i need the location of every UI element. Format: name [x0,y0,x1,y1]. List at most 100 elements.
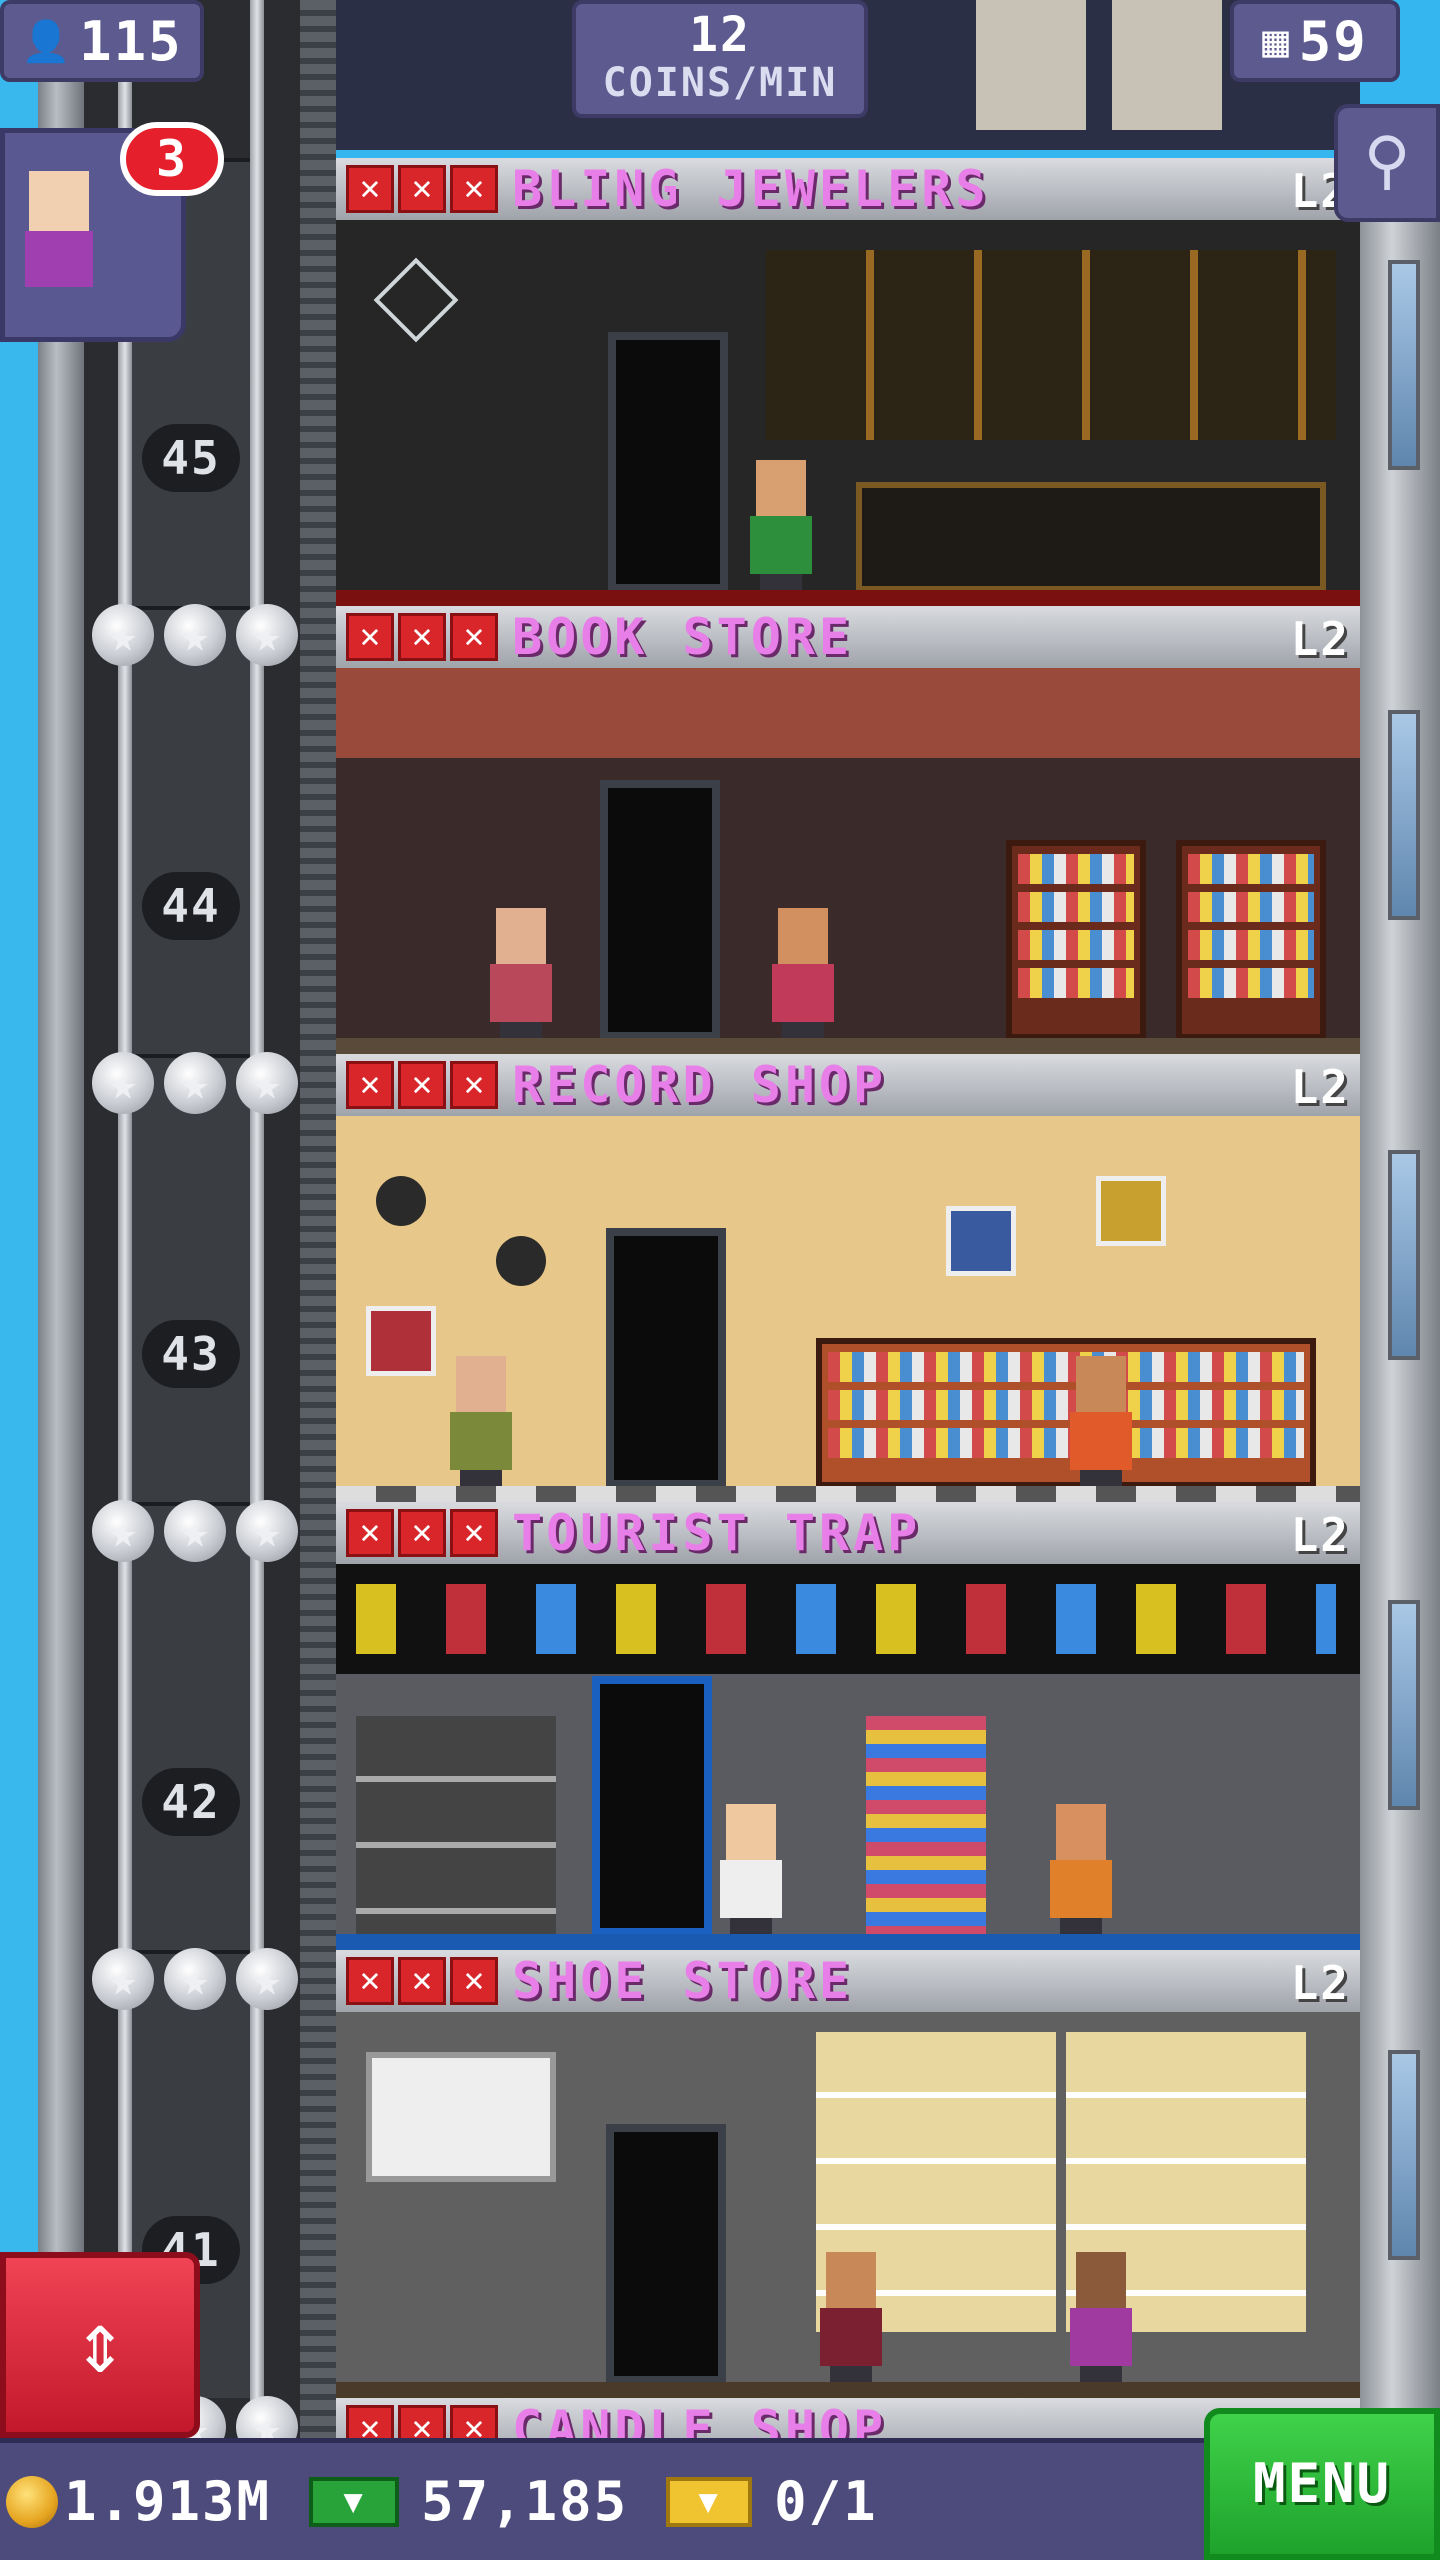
x-icon: ✕ [450,2405,498,2438]
coins-value: 1.913M [64,2470,272,2533]
population-counter[interactable]: 👤 115 [0,0,204,82]
elevator-floor-number[interactable]: 44 [142,872,240,940]
star-icon: ★ [92,1052,154,1114]
bookshelf [1112,0,1222,130]
floor-tourist-trap[interactable]: ✕ ✕ ✕ TOURIST TRAP L2 [336,1502,1360,1950]
bux-display[interactable]: ▼ 57,185 [309,2470,628,2533]
vinyl-record-icon [376,1176,426,1226]
bux-value: 57,185 [421,2470,629,2533]
bookshelf [1176,840,1326,1040]
x-icon: ✕ [346,2405,394,2438]
star-icon: ★ [92,1500,154,1562]
window [1388,260,1420,470]
visitor-avatar [29,171,89,231]
magnifier-icon: ⚲ [1363,124,1411,198]
person[interactable] [1066,2252,1136,2382]
x-icon: ✕ [450,1509,498,1557]
person[interactable] [816,2252,886,2382]
menu-button[interactable]: MENU [1204,2408,1440,2560]
person[interactable] [1066,1356,1136,1486]
floor-book-store[interactable]: ✕ ✕ ✕ BOOK STORE L2 [336,606,1360,1054]
x-icon: ✕ [346,613,394,661]
coins-display[interactable]: 1.913M [6,2470,271,2533]
album-frame [1096,1176,1166,1246]
x-icon: ✕ [450,613,498,661]
diamond-icon [373,257,459,343]
sky [0,0,40,2560]
floor-stars: ★★★ [92,604,298,670]
stock-slots: ✕ ✕ ✕ [346,165,498,213]
person[interactable] [446,1356,516,1486]
floor-strip [336,2382,1360,2398]
coin-icon [6,2475,58,2528]
floor-shoe-store[interactable]: ✕ ✕ ✕ SHOE STORE L2 [336,1950,1360,2398]
floor-header: ✕ ✕ ✕ TOURIST TRAP L2 [336,1502,1360,1564]
floor-header: ✕ ✕ ✕ BOOK STORE L2 [336,606,1360,668]
scarf-rack [866,1716,986,1936]
star-icon: ★ [164,604,226,666]
floor-level: L2 [1290,1956,1350,2010]
floor-bling-jewelers[interactable]: ✕ ✕ ✕ BLING JEWELERS L2 [336,158,1360,606]
person[interactable] [768,908,838,1038]
floor-name: RECORD SHOP [512,1056,888,1114]
person[interactable] [486,908,556,1038]
bookshelf [1006,840,1146,1040]
elevator-rail-left [118,0,132,2460]
door [606,1228,726,1488]
floor-record-shop[interactable]: ✕ ✕ ✕ RECORD SHOP L2 [336,1054,1360,1502]
door [600,780,720,1040]
coins-per-min-value: 12 [689,7,751,63]
floor-stars: ★★★ [92,1948,298,2014]
floor-header: ✕ ✕ ✕ BLING JEWELERS L2 [336,158,1360,220]
floor-header: ✕ ✕ ✕ RECORD SHOP L2 [336,1054,1360,1116]
x-icon: ✕ [450,1061,498,1109]
elevator-floor-number[interactable]: 45 [142,424,240,492]
tickets-display[interactable]: ▼ 0/1 [666,2470,878,2533]
floor-name: SHOE STORE [512,1952,854,2010]
room-interior [336,1564,1360,1950]
room-interior [336,2012,1360,2398]
x-icon: ✕ [346,165,394,213]
floor-name: TOURIST TRAP [512,1504,922,1562]
coins-per-minute[interactable]: 12 COINS/MIN [572,0,868,118]
person[interactable] [1046,1804,1116,1934]
floor-level: L2 [1290,1508,1350,1562]
elevator-button[interactable]: ⇕ [0,2252,200,2438]
person-icon: 👤 [21,18,74,65]
star-icon: ★ [92,604,154,666]
star-icon: ★ [164,1948,226,2010]
x-icon: ✕ [346,1061,394,1109]
elevator-ladder [300,0,336,2460]
x-icon: ✕ [398,1957,446,2005]
tower-frame [38,0,84,2560]
door [606,2124,726,2384]
elevator-floor-number[interactable]: 42 [142,1768,240,1836]
person[interactable] [746,460,816,590]
coins-per-min-label: COINS/MIN [602,60,838,106]
floor-strip [336,1038,1360,1054]
search-button[interactable]: ⚲ [1334,104,1440,222]
person[interactable] [716,1804,786,1934]
floor-level: L2 [1290,612,1350,666]
window [1388,1150,1420,1360]
floor-counter[interactable]: ▦ 59 [1230,0,1400,82]
floor-strip [336,590,1360,606]
album-frame [366,1306,436,1376]
ticket-icon: ▼ [666,2476,753,2527]
floor-stars: ★★★ [92,1052,298,1118]
floor-name: CANDLE SHOP [512,2400,888,2438]
x-icon: ✕ [398,1061,446,1109]
bookshelf [976,0,1086,130]
vinyl-record-icon [496,1236,546,1286]
floor-count-value: 59 [1298,9,1368,73]
shaft-segment [132,1502,250,1950]
stock-slots: ✕ ✕ ✕ [346,2405,498,2438]
tickets-value: 0/1 [774,2470,878,2533]
x-icon: ✕ [450,1957,498,2005]
elevator-floor-number[interactable]: 43 [142,1320,240,1388]
door [592,1676,712,1936]
floor-stars: ★★★ [92,1500,298,1566]
window [1388,710,1420,920]
stock-slots: ✕ ✕ ✕ [346,1061,498,1109]
star-icon: ★ [236,1948,298,2010]
